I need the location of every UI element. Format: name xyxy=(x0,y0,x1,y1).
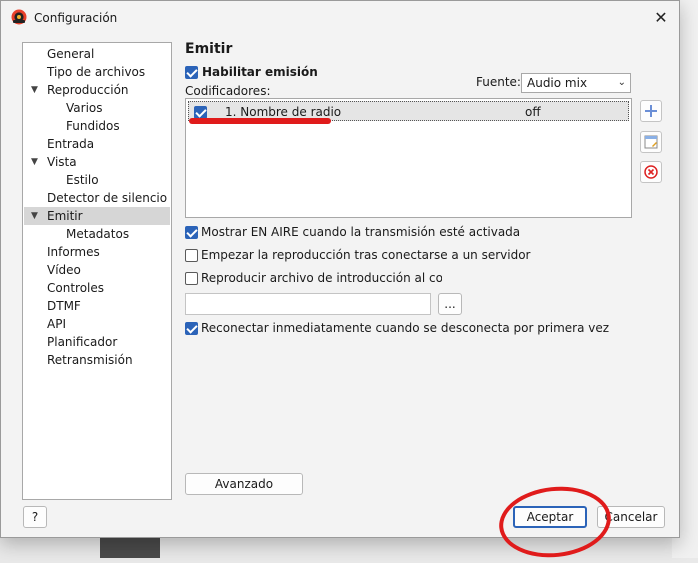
annotation-underline xyxy=(189,118,331,124)
section-title: Emitir xyxy=(185,41,233,57)
nav-item-emitir: Emitir xyxy=(47,209,83,223)
start-playback-checkbox[interactable] xyxy=(185,249,198,262)
close-icon: ✕ xyxy=(654,7,668,27)
advanced-button[interactable]: Avanzado xyxy=(185,473,303,495)
dialog-title: Configuración xyxy=(34,11,118,25)
settings-nav-tree: General Tipo de archivos ▼ Reproducción … xyxy=(22,42,172,500)
nav-item-metadatos[interactable]: Metadatos xyxy=(66,225,129,243)
chevron-down-icon: ⌄ xyxy=(617,77,626,88)
source-label: Fuente: xyxy=(476,75,521,89)
close-button[interactable]: ✕ xyxy=(647,5,675,29)
enable-broadcast-checkbox[interactable] xyxy=(185,66,198,79)
remove-icon xyxy=(644,165,658,179)
settings-dialog: Configuración ✕ General Tipo de archivos… xyxy=(0,0,680,538)
encoder-name: 1. Nombre de radio xyxy=(225,105,342,119)
nav-item-reproduccion[interactable]: Reproducción xyxy=(47,81,129,99)
nav-item-varios[interactable]: Varios xyxy=(66,99,103,117)
nav-item-retransmision[interactable]: Retransmisión xyxy=(47,351,133,369)
nav-item-api[interactable]: API xyxy=(47,315,66,333)
source-select[interactable]: Audio mix ⌄ xyxy=(521,73,631,93)
reconnect-label: Reconectar inmediatamente cuando se desc… xyxy=(201,321,610,335)
nav-item-tipo-de-archivos[interactable]: Tipo de archivos xyxy=(47,63,145,81)
nav-item-dtmf[interactable]: DTMF xyxy=(47,297,81,315)
chevron-down-icon[interactable]: ▼ xyxy=(31,153,41,171)
title-bar: Configuración ✕ xyxy=(1,1,679,35)
nav-item-entrada[interactable]: Entrada xyxy=(47,135,94,153)
edit-encoder-button[interactable] xyxy=(640,131,662,153)
start-playback-label: Empezar la reproducción tras conectarse … xyxy=(201,248,531,262)
nav-item-general[interactable]: General xyxy=(47,45,94,63)
browse-button[interactable]: ... xyxy=(438,293,462,315)
help-button[interactable]: ? xyxy=(23,506,47,528)
encoders-list[interactable]: 1. Nombre de radio off xyxy=(185,98,632,218)
plus-icon xyxy=(645,105,657,117)
nav-item-planificador[interactable]: Planificador xyxy=(47,333,117,351)
remove-encoder-button[interactable] xyxy=(640,161,662,183)
reconnect-checkbox[interactable] xyxy=(185,322,198,335)
nav-item-video[interactable]: Vídeo xyxy=(47,261,81,279)
chevron-down-icon[interactable]: ▼ xyxy=(31,81,41,99)
nav-item-emitir-selected[interactable]: ▼ Emitir xyxy=(24,207,170,225)
show-on-air-checkbox[interactable] xyxy=(185,226,198,239)
app-logo-icon xyxy=(11,9,27,25)
chevron-down-icon[interactable]: ▼ xyxy=(31,207,41,225)
encoder-status: off xyxy=(525,105,541,119)
add-encoder-button[interactable] xyxy=(640,100,662,122)
show-on-air-label: Mostrar EN AIRE cuando la transmisión es… xyxy=(201,225,521,239)
source-select-value: Audio mix xyxy=(527,76,588,90)
nav-item-informes[interactable]: Informes xyxy=(47,243,100,261)
nav-item-vista[interactable]: Vista xyxy=(47,153,77,171)
nav-item-estilo[interactable]: Estilo xyxy=(66,171,99,189)
enable-broadcast-label: Habilitar emisión xyxy=(202,65,318,79)
nav-item-controles[interactable]: Controles xyxy=(47,279,104,297)
play-intro-label: Reproducir archivo de introducción al co… xyxy=(201,271,442,285)
edit-icon xyxy=(644,135,658,149)
encoders-label: Codificadores: xyxy=(185,84,271,98)
intro-file-input[interactable] xyxy=(185,293,431,315)
nav-item-detector-de-silencio[interactable]: Detector de silencio xyxy=(47,189,167,207)
play-intro-checkbox[interactable] xyxy=(185,272,198,285)
nav-item-fundidos[interactable]: Fundidos xyxy=(66,117,120,135)
